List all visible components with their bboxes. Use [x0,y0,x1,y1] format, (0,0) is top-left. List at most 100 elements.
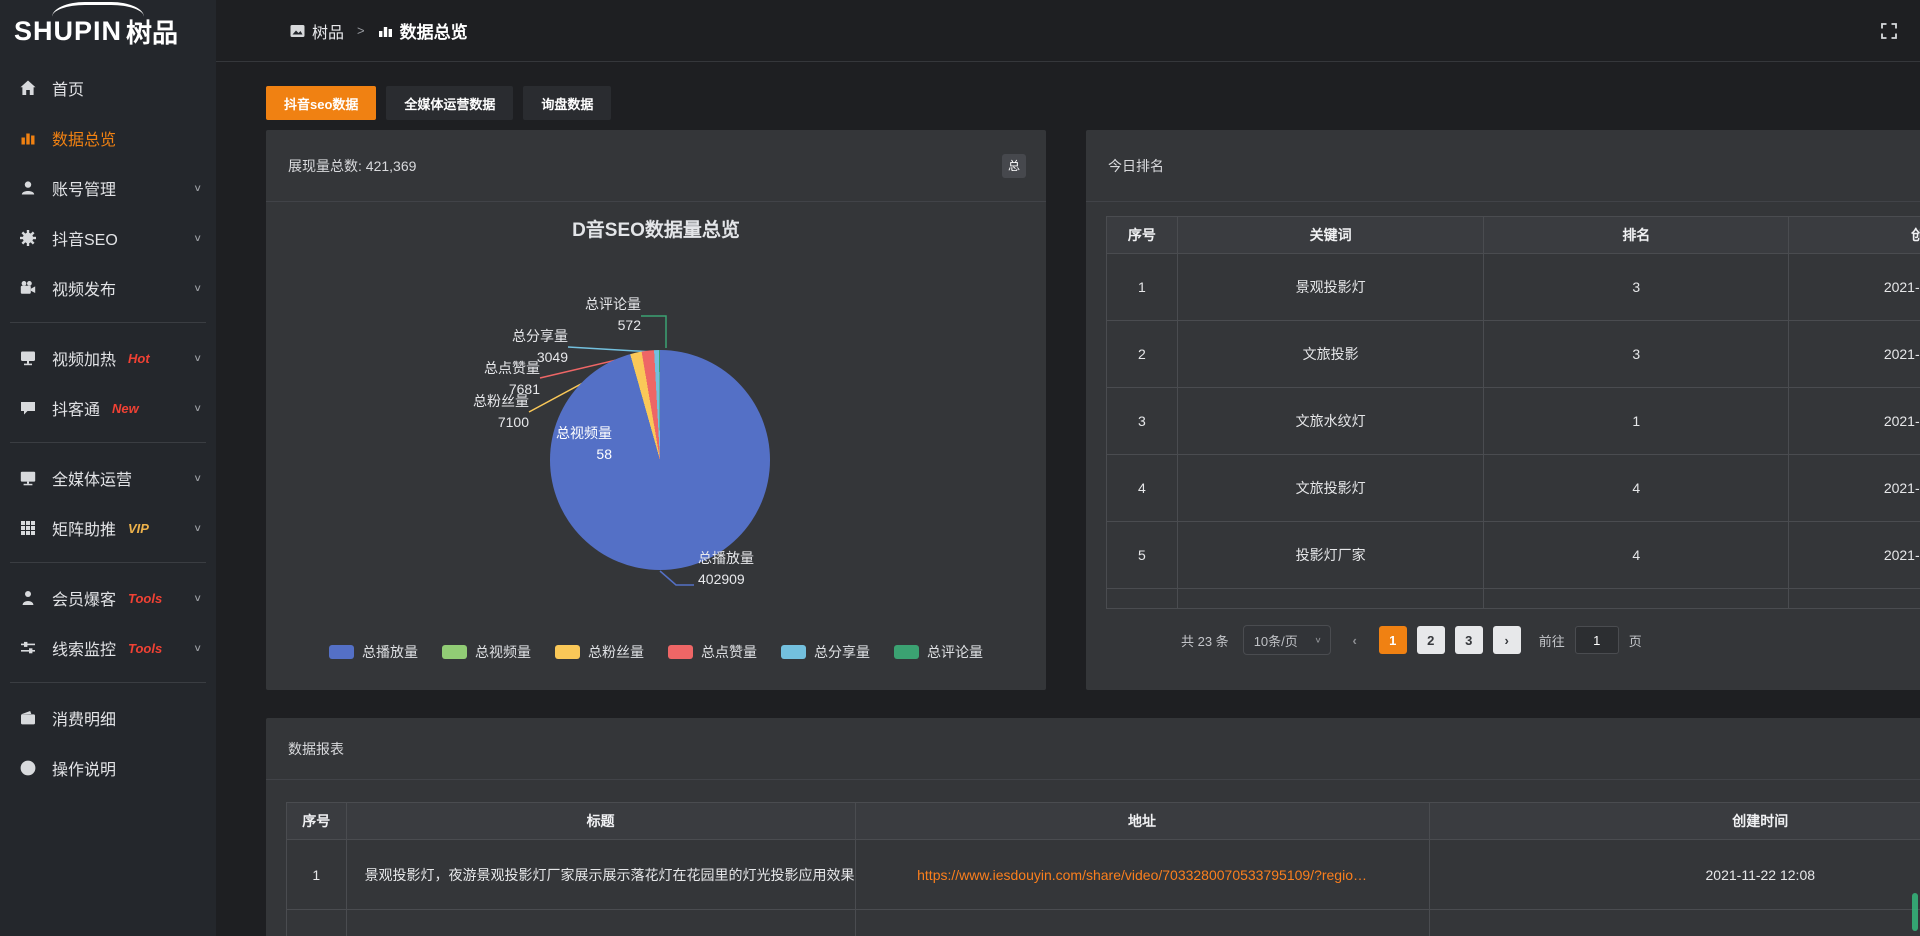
sidebar-item-member-burst[interactable]: 会员爆客 Tools ∨ [0,573,216,623]
breadcrumb: 树品 > 数据总览 [290,18,468,43]
table-header-row: 序号 标题 地址 创建时间 [287,803,1920,840]
logo[interactable]: SHUPIN 树品 [0,0,216,62]
sidebar-item-label: 操作说明 [52,756,116,780]
chart-bars-icon [378,24,393,38]
main-area: 树品 > 数据总览 用户名：zswodun88 ∨ 抖音seo数据 全媒体运营数… [216,0,1920,936]
report-title: 数据报表 [288,739,344,759]
sidebar-item-label: 消费明细 [52,706,116,730]
tab-douyin-seo-data[interactable]: 抖音seo数据 [266,86,376,120]
overview-panel: 展现量总数: 421,369 总 D音SEO数据量总览 [266,130,1046,690]
breadcrumb-item-root[interactable]: 树品 [312,19,344,43]
sidebar-item-video-publish[interactable]: 视频发布 ∨ [0,263,216,313]
col-created: 创建时间 [1429,803,1920,840]
page-size-select[interactable]: 10条/页 ∨ [1243,625,1331,655]
chat-icon [18,399,38,417]
legend-item-videos[interactable]: 总视频量 [442,642,531,662]
sidebar-item-douyin-seo[interactable]: 抖音SEO ∨ [0,213,216,263]
sidebar-divider [10,562,206,563]
prev-page-button[interactable]: ‹ [1341,626,1369,654]
sidebar-menu: 首页 数据总览 账号管理 ∨ 抖音SEO ∨ 视频发布 ∨ [0,62,216,793]
person-icon [18,589,38,607]
breadcrumb-separator: > [357,23,365,38]
col-rank: 排名 [1484,217,1789,254]
pagination-total: 共 23 条 [1181,631,1229,650]
topbar: 树品 > 数据总览 用户名：zswodun88 ∨ [216,0,1920,62]
tab-omnimedia-data[interactable]: 全媒体运营数据 [386,86,513,120]
sidebar-item-label: 首页 [52,76,84,100]
topbar-right: 用户名：zswodun88 ∨ [1880,21,1920,41]
page-button-3[interactable]: 3 [1455,626,1483,654]
report-panel-header: 数据报表 表 [266,718,1920,780]
chevron-down-icon: ∨ [193,592,202,603]
chevron-down-icon: ∨ [193,642,202,653]
sidebar-divider [10,442,206,443]
home-icon [18,79,38,97]
legend-item-comments[interactable]: 总评论量 [894,642,983,662]
impressions-total-label: 展现量总数: 421,369 [288,156,416,176]
fullscreen-icon[interactable] [1880,22,1898,40]
sidebar-item-lead-monitor[interactable]: 线索监控 Tools ∨ [0,623,216,673]
user-icon [18,179,38,197]
page-jump-input[interactable] [1575,626,1619,654]
breadcrumb-item-current[interactable]: 数据总览 [400,18,468,43]
jump-suffix-label: 页 [1629,631,1642,650]
ranking-table: 序号 关键词 排名 创建时间 1 景观投影灯 3 [1106,216,1920,609]
report-row-link[interactable]: https://www.iesdouyin.com/share/video/70… [917,867,1367,883]
overview-panel-header: 展现量总数: 421,369 总 [266,130,1046,202]
chart-legend: 总播放量 总视频量 总粉丝量 [266,642,1046,662]
chevron-down-icon: ∨ [193,522,202,533]
page-button-2[interactable]: 2 [1417,626,1445,654]
col-keyword: 关键词 [1177,217,1484,254]
grid-icon [18,519,38,537]
legend-item-plays[interactable]: 总播放量 [329,642,418,662]
sidebar-item-label: 抖客通 [52,396,100,420]
sidebar-item-help[interactable]: ? 操作说明 [0,743,216,793]
sidebar-item-video-heat[interactable]: 视频加热 Hot ∨ [0,333,216,383]
sidebar-item-account[interactable]: 账号管理 ∨ [0,163,216,213]
legend-swatch [894,645,919,659]
pie-label-plays: 总播放量402909 [698,548,818,590]
table-header-row: 序号 关键词 排名 创建时间 [1107,217,1920,254]
vip-badge: VIP [128,521,149,536]
scrollbar-thumb[interactable] [1912,893,1918,931]
pagination: 共 23 条 10条/页 ∨ ‹ 1 2 3 › 前往 页 [1181,625,1920,655]
table-row: 2 文旅投影 3 2021-10-13 18:00 [1107,321,1920,388]
hot-badge: Hot [128,351,150,366]
legend-item-likes[interactable]: 总点赞量 [668,642,757,662]
sidebar-item-home[interactable]: 首页 [0,63,216,113]
sidebar-item-label: 视频发布 [52,276,116,300]
tab-bar: 抖音seo数据 全媒体运营数据 询盘数据 [266,86,1920,120]
sidebar-item-consumption[interactable]: 消费明细 [0,693,216,743]
sidebar-item-label: 账号管理 [52,176,116,200]
content: 抖音seo数据 全媒体运营数据 询盘数据 展现量总数: 421,369 总 D音… [216,62,1920,936]
table-row: 5 投影灯厂家 4 2021-10-09 18:00 [1107,522,1920,589]
sidebar-item-label: 会员爆客 [52,586,116,610]
legend-swatch [442,645,467,659]
total-corner-button[interactable]: 总 [1002,154,1026,178]
sidebar-item-data-overview[interactable]: 数据总览 [0,113,216,163]
col-index: 序号 [1107,217,1178,254]
page-button-1[interactable]: 1 [1379,626,1407,654]
sidebar-item-doketong[interactable]: 抖客通 New ∨ [0,383,216,433]
video-camera-icon [18,279,38,297]
sidebar-item-label: 数据总览 [52,126,116,150]
sidebar-item-omnimedia[interactable]: 全媒体运营 ∨ [0,453,216,503]
next-page-button[interactable]: › [1493,626,1521,654]
chevron-down-icon: ∨ [193,182,202,193]
table-row-partial [287,910,1920,936]
legend-swatch [329,645,354,659]
sidebar-divider [10,322,206,323]
ranking-panel: 今日排名 日 序号 关键词 排名 创建时间 [1086,130,1920,690]
legend-item-shares[interactable]: 总分享量 [781,642,870,662]
sidebar-item-label: 视频加热 [52,346,116,370]
chart-title: D音SEO数据量总览 [266,215,1046,242]
sidebar-item-label: 线索监控 [52,636,116,660]
sidebar-item-matrix-boost[interactable]: 矩阵助推 VIP ∨ [0,503,216,553]
logo-arc [52,2,144,32]
tab-inquiry-data[interactable]: 询盘数据 [523,86,611,120]
panels-row: 展现量总数: 421,369 总 D音SEO数据量总览 [266,130,1920,690]
sidebar-item-label: 抖音SEO [52,226,118,250]
chevron-down-icon: ∨ [193,232,202,243]
chevron-down-icon: ∨ [1314,636,1321,645]
legend-item-fans[interactable]: 总粉丝量 [555,642,644,662]
